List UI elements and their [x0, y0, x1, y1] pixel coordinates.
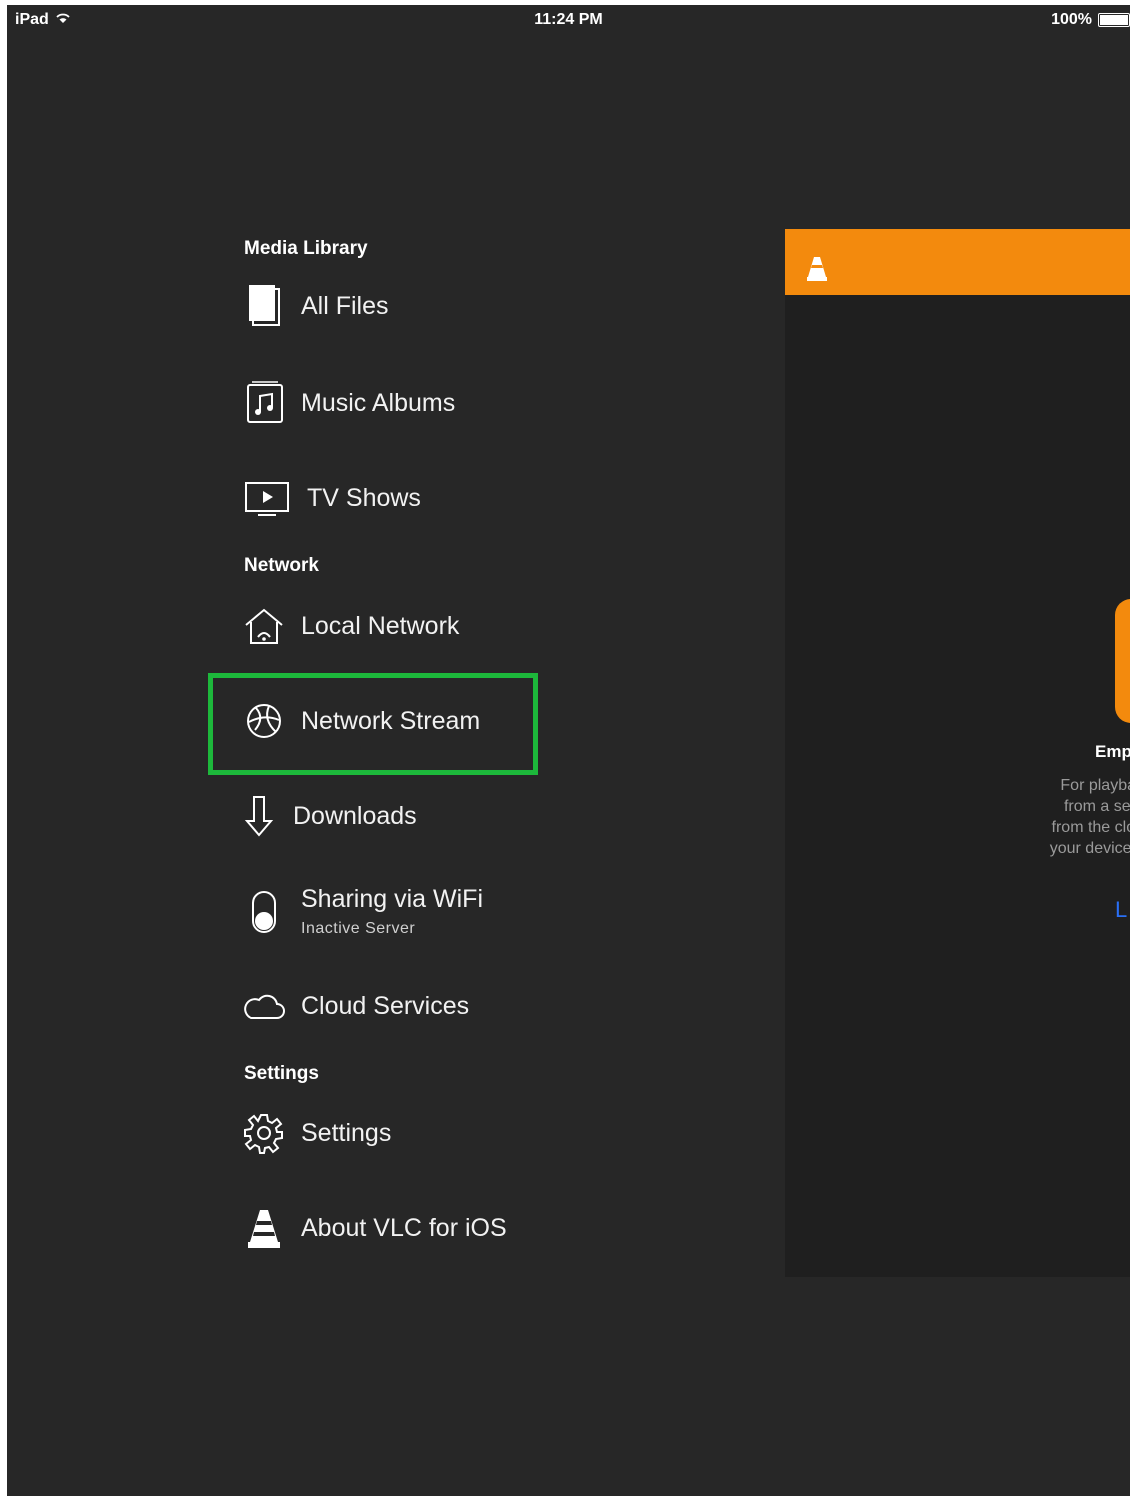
desc-line: from the clou [1051, 819, 1130, 836]
menu-item-downloads[interactable]: Downloads [239, 793, 417, 839]
menu-item-about[interactable]: About VLC for iOS [241, 1205, 507, 1251]
server-status: Inactive Server [301, 920, 416, 937]
cloud-icon [241, 983, 287, 1029]
vlc-cone-icon [805, 255, 829, 288]
menu-label: Sharing via WiFi [301, 885, 483, 913]
menu-item-music-albums[interactable]: Music Albums [241, 380, 455, 426]
empty-state-description: For playbac from a serv from the clou yo… [1034, 775, 1130, 880]
menu-label: Downloads [293, 801, 417, 830]
menu-label: All Files [301, 291, 389, 320]
menu-label: Local Network [301, 611, 460, 640]
section-settings: Settings [244, 1063, 319, 1084]
vlc-logo-partial [1115, 599, 1130, 723]
empty-state-link[interactable]: L [1115, 897, 1127, 923]
app-screen: iPad 11:24 PM 100% Media Library All Fil… [7, 5, 1130, 1496]
menu-item-settings[interactable]: Settings [241, 1110, 391, 1156]
battery-icon [1098, 13, 1130, 27]
menu-item-all-files[interactable]: All Files [241, 283, 389, 329]
menu-label: Network Stream [301, 706, 481, 735]
menu-label: Settings [301, 1118, 392, 1147]
globe-stream-icon [241, 698, 287, 744]
menu-label: TV Shows [307, 483, 421, 512]
status-bar: iPad 11:24 PM 100% [7, 5, 1130, 37]
home-network-icon [241, 603, 287, 649]
status-battery: 100% [1051, 11, 1130, 29]
content-preview-pane[interactable]: Emp For playbac from a serv from the clo… [785, 229, 1130, 1277]
navigation-bar [785, 229, 1130, 295]
menu-item-local-network[interactable]: Local Network [241, 603, 459, 649]
menu-item-cloud-services[interactable]: Cloud Services [241, 983, 469, 1029]
empty-state-title: Emp [1095, 742, 1130, 761]
desc-line: or [1034, 859, 1130, 880]
gear-icon [241, 1110, 287, 1156]
desc-line: For playbac [1060, 777, 1130, 794]
desc-line: your device v [1049, 840, 1130, 857]
section-network: Network [244, 555, 319, 576]
status-time: 11:24 PM [534, 11, 603, 28]
music-album-icon [241, 380, 287, 426]
menu-item-sharing-wifi[interactable]: Sharing via WiFi Inactive Server [241, 885, 483, 938]
vlc-cone-icon [241, 1205, 287, 1251]
menu-label: Cloud Services [301, 991, 470, 1020]
menu-label: Music Albums [301, 388, 456, 417]
menu-item-network-stream[interactable]: Network Stream [241, 698, 480, 744]
menu-item-tv-shows[interactable]: TV Shows [241, 475, 421, 521]
menu-label: About VLC for iOS [301, 1213, 507, 1242]
toggle-switch-icon [241, 889, 287, 935]
file-icon [241, 283, 287, 329]
download-arrow-icon [239, 793, 279, 839]
sharing-wifi-text: Sharing via WiFi Inactive Server [301, 885, 483, 938]
section-media-library: Media Library [244, 238, 368, 259]
desc-line: from a serv [1063, 798, 1130, 815]
battery-percent: 100% [1051, 11, 1092, 28]
tv-icon [241, 475, 293, 521]
